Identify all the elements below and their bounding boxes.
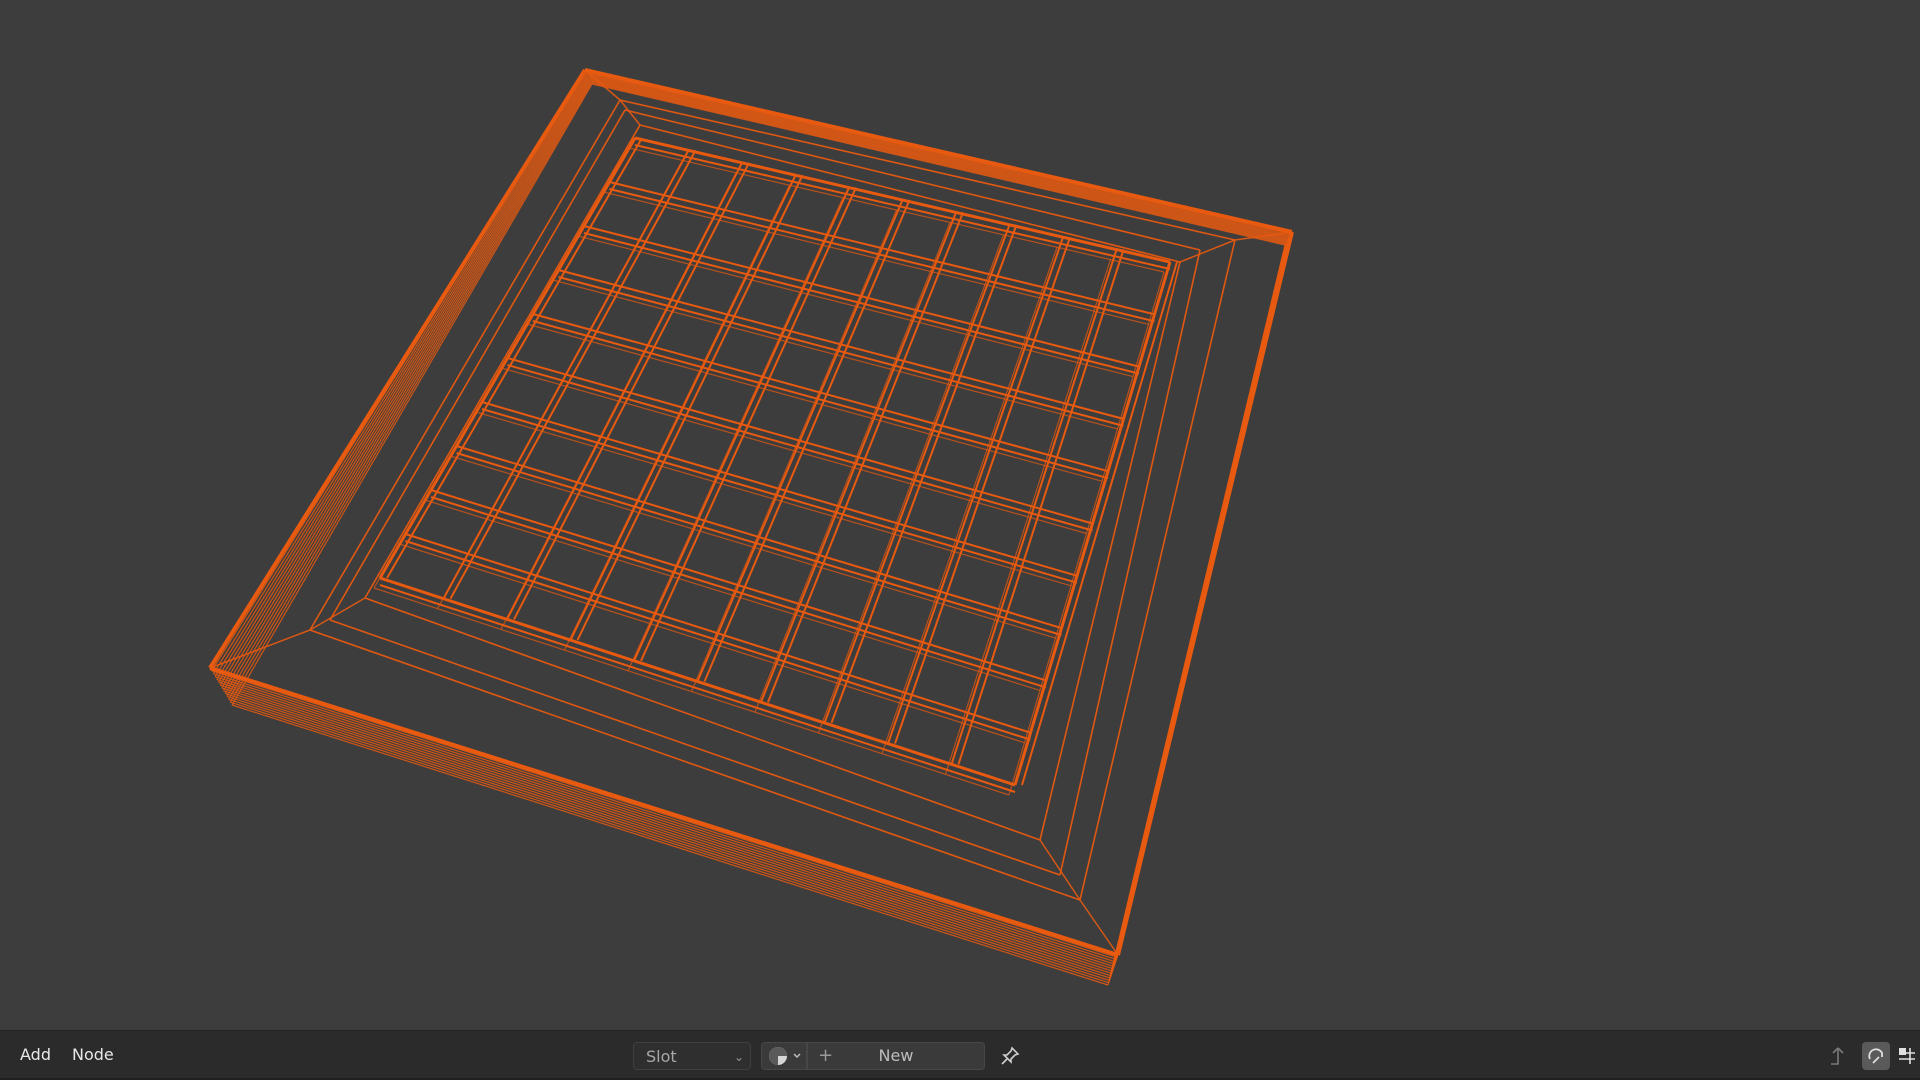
3d-viewport[interactable] [0,0,1920,1030]
overlay-toggle[interactable] [1894,1042,1920,1070]
chevron-down-icon: ⌄ [733,1050,744,1064]
material-browse-button[interactable] [761,1042,807,1070]
wireframe-mesh [208,68,1294,986]
new-material-button[interactable]: + New [807,1042,985,1070]
snap-icon [1868,1048,1883,1064]
add-menu[interactable]: Add [16,1043,55,1067]
parent-arrow-icon [1831,1047,1844,1065]
sphere-half-icon [769,1047,801,1065]
pin-button[interactable] [996,1042,1024,1070]
node-menu[interactable]: Node [68,1043,118,1067]
pin-icon [1001,1046,1020,1065]
parent-node-button[interactable] [1824,1042,1852,1070]
slot-dropdown[interactable]: Slot ⌄ [633,1042,751,1070]
node-editor-header: Add Node Slot ⌄ + New [0,1030,1920,1079]
new-label: New [878,1046,914,1065]
snap-toggle[interactable] [1862,1042,1890,1070]
slot-label: Slot [646,1047,677,1066]
grid-overlay-icon [1899,1048,1915,1064]
